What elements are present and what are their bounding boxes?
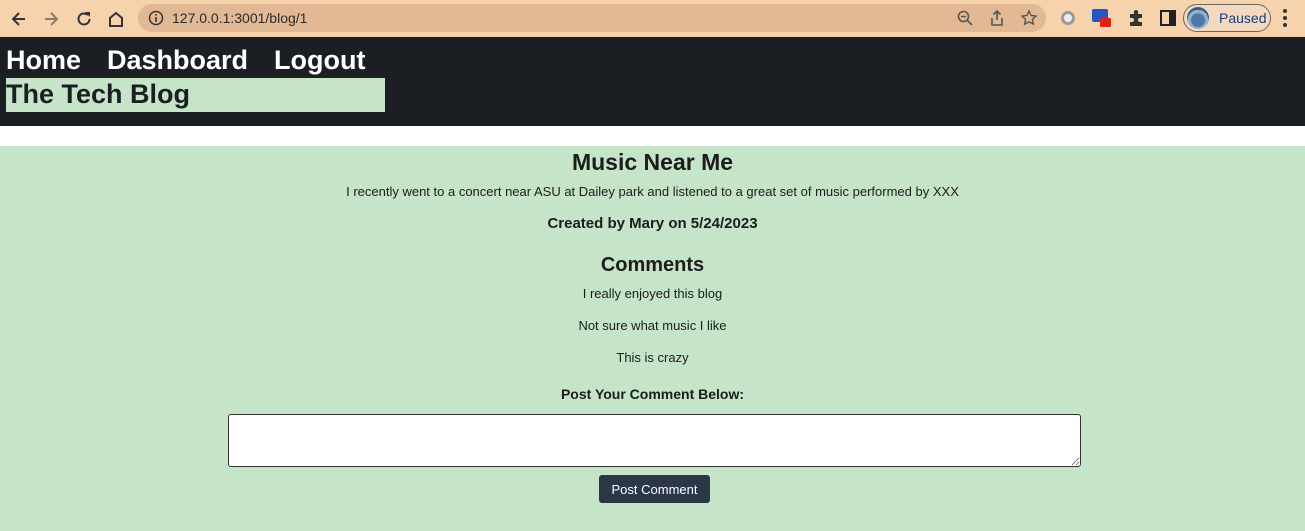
profile-button[interactable]: Paused bbox=[1183, 4, 1271, 32]
post-meta: Created by Mary on 5/24/2023 bbox=[547, 215, 758, 232]
comments-heading: Comments bbox=[600, 254, 705, 276]
site-info-icon[interactable] bbox=[148, 10, 164, 31]
site-header: Home Dashboard Logout The Tech Blog bbox=[0, 37, 1305, 126]
post-body: I recently went to a concert near ASU at… bbox=[346, 184, 959, 199]
browser-toolbar: 127.0.0.1:3001/blog/1 Paused bbox=[0, 0, 1305, 37]
bookmark-star-icon[interactable] bbox=[1020, 9, 1038, 32]
back-arrow-icon[interactable] bbox=[6, 6, 32, 32]
extensions-puzzle-icon[interactable] bbox=[1126, 8, 1146, 33]
profile-status: Paused bbox=[1219, 10, 1267, 26]
comment-textarea[interactable] bbox=[228, 414, 1081, 467]
comment-item: This is crazy bbox=[616, 350, 689, 365]
main-nav: Home Dashboard Logout bbox=[6, 45, 366, 76]
side-panel-icon[interactable] bbox=[1158, 8, 1178, 33]
extension-window-icon[interactable] bbox=[1090, 6, 1114, 35]
more-menu-icon[interactable] bbox=[1282, 8, 1288, 33]
avatar bbox=[1187, 7, 1209, 29]
nav-link-logout[interactable]: Logout bbox=[274, 45, 365, 76]
brand-banner: The Tech Blog bbox=[6, 78, 385, 112]
zoom-icon[interactable] bbox=[956, 9, 974, 32]
home-icon[interactable] bbox=[103, 6, 129, 32]
comment-form-label: Post Your Comment Below: bbox=[560, 386, 745, 402]
comment-item: I really enjoyed this blog bbox=[582, 286, 723, 301]
nav-link-dashboard[interactable]: Dashboard bbox=[107, 45, 248, 76]
blog-post-section: Music Near Me I recently went to a conce… bbox=[0, 146, 1305, 531]
url-text: 127.0.0.1:3001/blog/1 bbox=[172, 10, 308, 26]
forward-arrow-icon[interactable] bbox=[38, 6, 64, 32]
address-bar[interactable]: 127.0.0.1:3001/blog/1 bbox=[138, 4, 1046, 32]
nav-link-home[interactable]: Home bbox=[6, 45, 81, 76]
reload-icon[interactable] bbox=[71, 6, 97, 32]
post-comment-button[interactable]: Post Comment bbox=[599, 475, 710, 503]
post-title: Music Near Me bbox=[571, 149, 734, 175]
comment-item: Not sure what music I like bbox=[578, 318, 727, 333]
extension-circle-icon[interactable] bbox=[1058, 8, 1078, 33]
site-title: The Tech Blog bbox=[6, 79, 191, 109]
share-icon[interactable] bbox=[988, 9, 1006, 32]
